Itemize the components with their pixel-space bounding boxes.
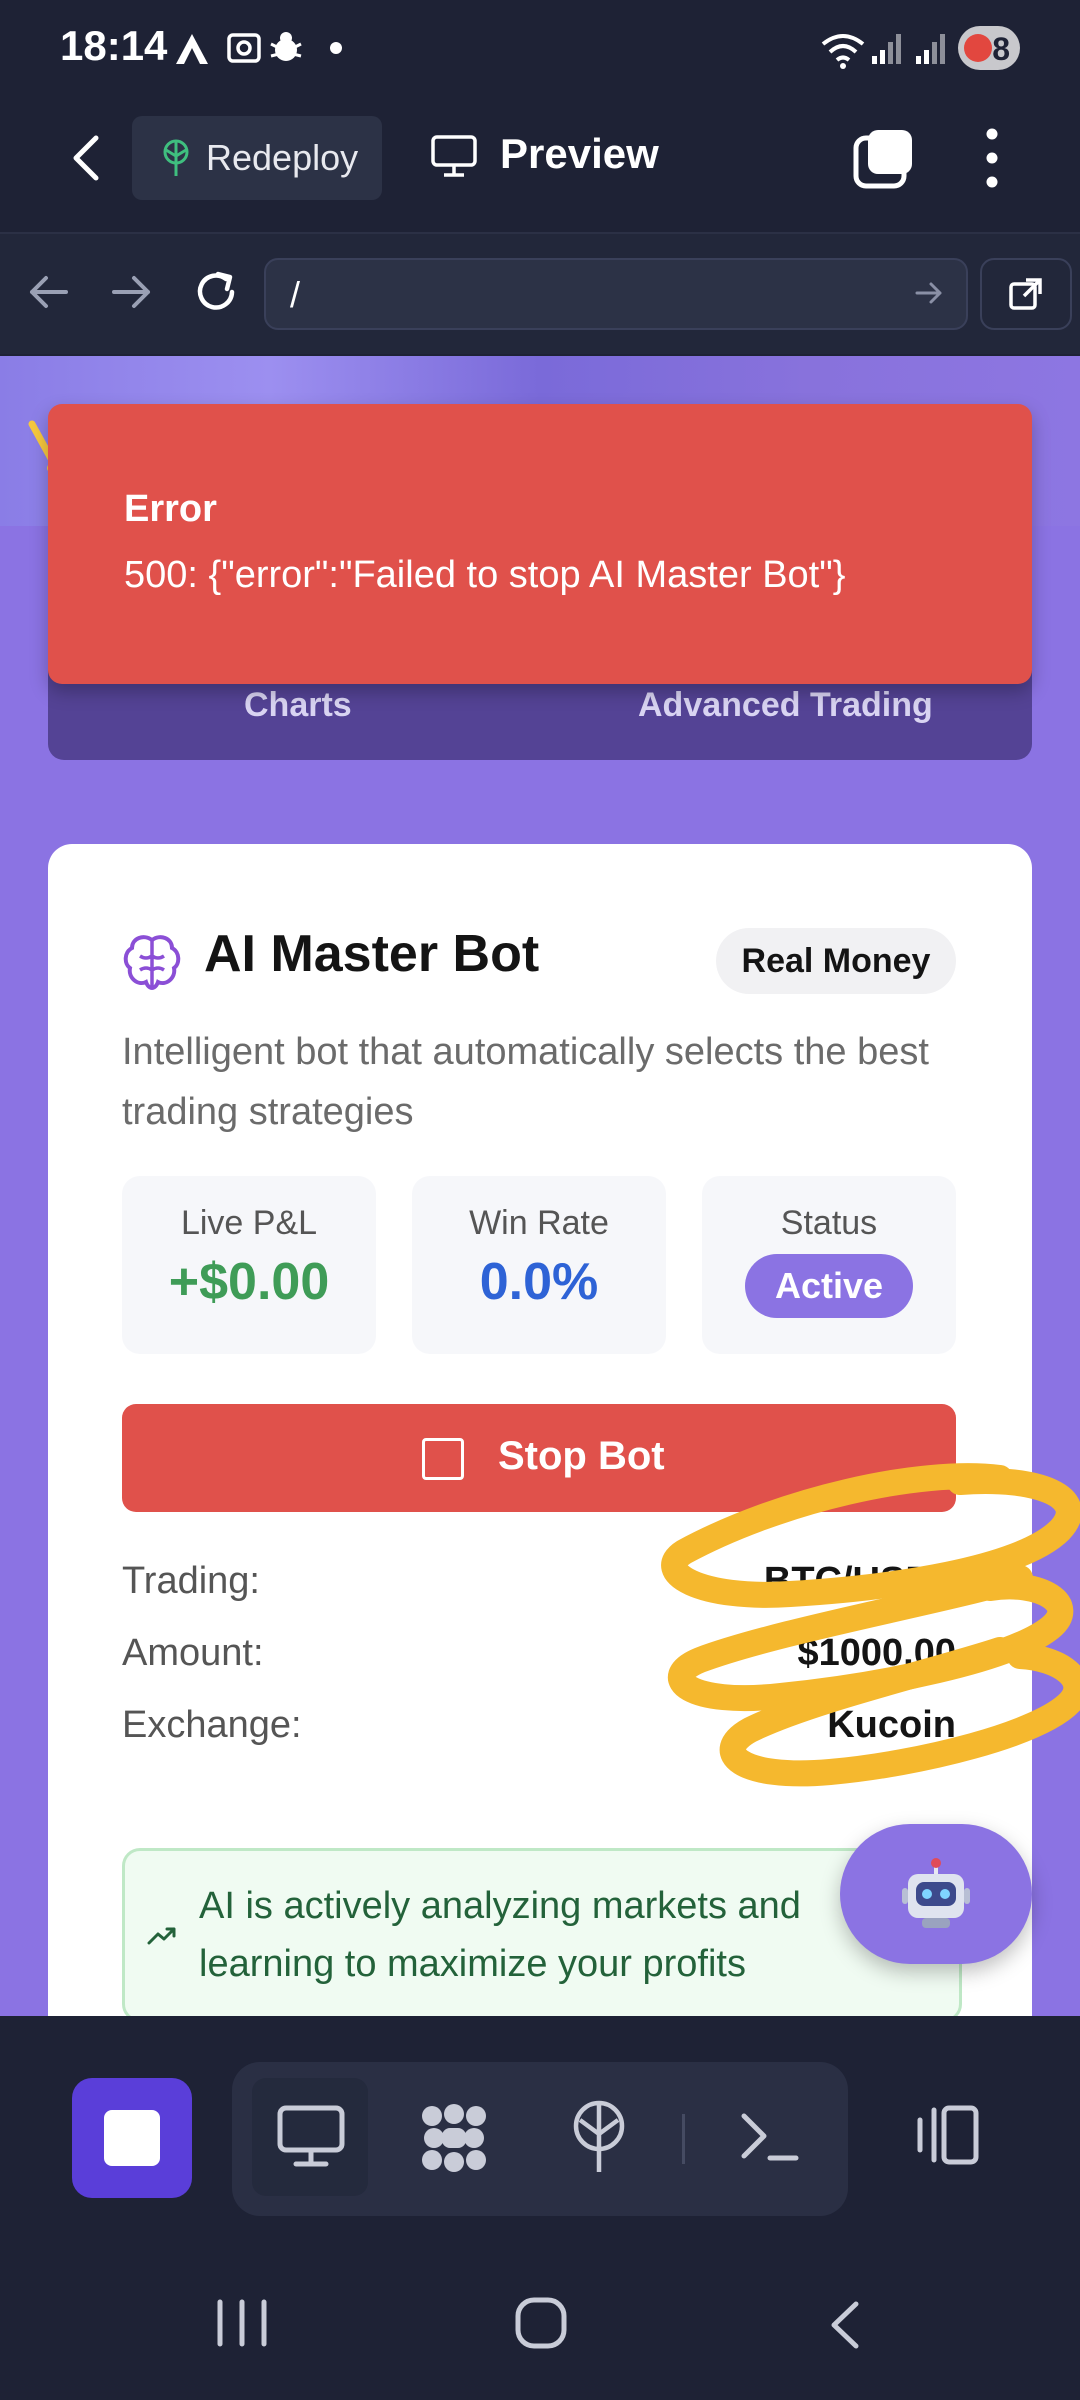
deploy-tool-icon[interactable] (568, 2098, 630, 2176)
stop-icon (104, 2110, 160, 2166)
info-row-exchange: Exchange: Kucoin (122, 1704, 956, 1764)
shell-tool-icon[interactable] (738, 2108, 800, 2164)
info-label: Trading: (122, 1560, 260, 1602)
app-bar: Redeploy Preview (0, 100, 1080, 234)
tab-advanced-trading[interactable]: Advanced Trading (638, 686, 933, 725)
stat-label: Win Rate (469, 1204, 609, 1242)
open-external-button[interactable] (980, 258, 1072, 330)
stop-run-button[interactable] (72, 2078, 192, 2198)
notification-dot-icon (330, 42, 342, 54)
signal-2-icon (914, 30, 948, 66)
browser-back-icon[interactable] (26, 272, 70, 312)
preview-tool-icon[interactable] (276, 2104, 346, 2170)
stop-icon (422, 1438, 464, 1480)
info-value: Kucoin (827, 1704, 956, 1746)
wifi-icon (820, 30, 866, 70)
back-nav-icon[interactable] (820, 2298, 870, 2352)
brain-icon (122, 932, 182, 992)
error-message: 500: {"error":"Failed to stop AI Master … (124, 554, 846, 596)
tabs-button[interactable] (852, 126, 916, 190)
more-options-icon[interactable] (974, 126, 1010, 190)
status-bar: 18:14 8 (0, 0, 1080, 100)
url-input[interactable]: / (264, 258, 968, 330)
info-row-amount: Amount: $1000.00 (122, 1632, 956, 1692)
webview: Charts Advanced Trading Error 500: {"err… (0, 356, 1080, 2016)
stat-label: Live P&L (180, 1204, 318, 1242)
tab-charts[interactable]: Charts (244, 686, 352, 725)
system-nav-bar (0, 2236, 1080, 2400)
bot-description: Intelligent bot that automatically selec… (122, 1031, 929, 1133)
browser-forward-icon[interactable] (110, 272, 154, 312)
info-value: BTC/USDT (763, 1560, 956, 1602)
layout-toggle-icon[interactable] (910, 2102, 982, 2168)
ai-status-banner: AI is actively analyzing markets and lea… (122, 1848, 962, 2016)
recents-icon[interactable] (212, 2298, 272, 2348)
stat-value: +$0.00 (168, 1253, 330, 1311)
ai-assistant-button[interactable] (840, 1824, 1032, 1964)
status-badge: Active (745, 1254, 913, 1318)
real-money-badge: Real Money (716, 928, 956, 994)
back-button[interactable] (60, 128, 116, 188)
redeploy-label: Redeploy (206, 137, 359, 178)
ai-status-text: AI is actively analyzing markets and lea… (199, 1885, 801, 1985)
info-value: $1000.00 (797, 1632, 957, 1674)
bottom-toolbar (0, 2016, 1080, 2246)
home-icon[interactable] (514, 2296, 568, 2350)
info-row-trading: Trading: BTC/USDT (122, 1560, 956, 1620)
preview-title: Preview (500, 130, 659, 177)
info-label: Amount: (122, 1632, 264, 1674)
redeploy-button[interactable]: Redeploy (132, 116, 382, 200)
signal-1-icon (870, 30, 904, 66)
error-title: Error (124, 488, 217, 530)
monitor-icon (430, 134, 478, 178)
screenshot-icon (224, 28, 264, 68)
error-toast[interactable]: Error 500: {"error":"Failed to stop AI M… (48, 404, 1032, 684)
stop-bot-label: Stop Bot (498, 1434, 665, 1478)
info-label: Exchange: (122, 1704, 302, 1746)
debug-icon (266, 28, 306, 68)
app-logo-icon (172, 28, 212, 68)
stat-live-pnl: Live P&L +$0.00 (122, 1176, 376, 1354)
stat-win-rate: Win Rate 0.0% (412, 1176, 666, 1354)
robot-icon (902, 1858, 970, 1928)
stat-label: Status (780, 1204, 878, 1242)
battery-saver-icon (964, 34, 992, 62)
status-time: 18:14 (60, 22, 168, 69)
stat-status: Status Active (702, 1176, 956, 1354)
redeploy-icon (158, 138, 194, 178)
url-value: / (290, 274, 301, 315)
stop-bot-button[interactable]: Stop Bot (122, 1404, 956, 1512)
battery-indicator: 8 (958, 26, 1020, 70)
go-arrow-icon[interactable] (914, 278, 944, 308)
reload-icon[interactable] (192, 268, 240, 316)
stat-value: 0.0% (479, 1253, 599, 1311)
toolbar-divider (682, 2114, 685, 2164)
bot-title: AI Master Bot (204, 925, 540, 983)
battery-level: 8 (992, 31, 1010, 67)
workflow-tool-icon[interactable] (416, 2100, 492, 2176)
trending-up-icon (147, 1925, 177, 1947)
url-toolbar: / (0, 234, 1080, 354)
